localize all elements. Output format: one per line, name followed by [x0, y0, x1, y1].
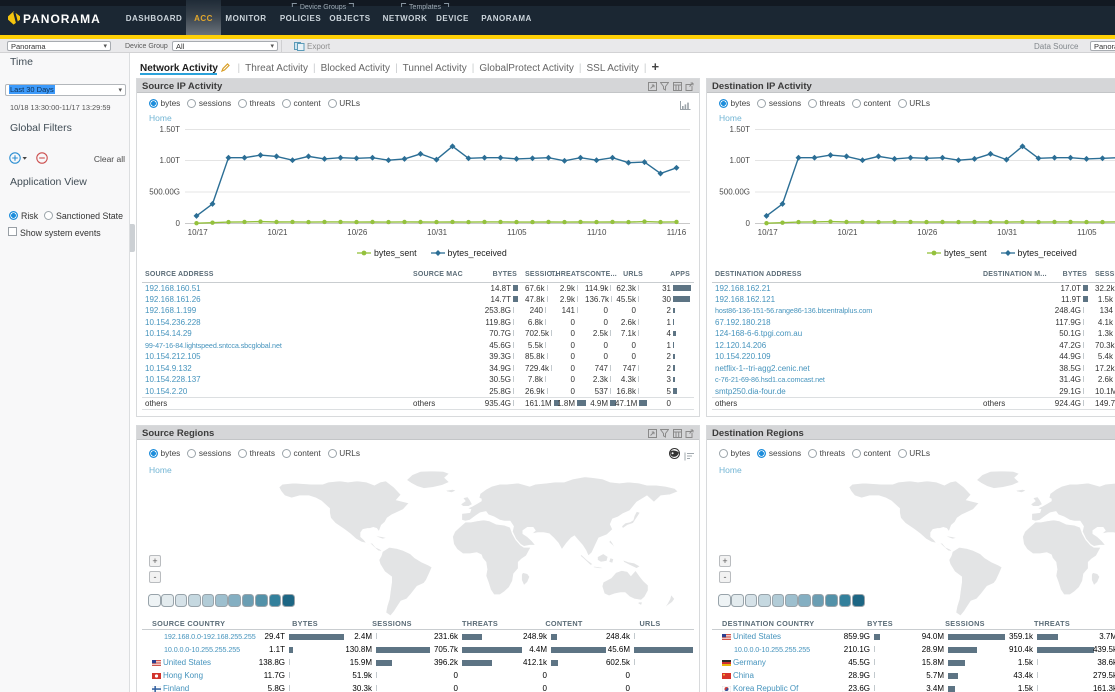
svg-text:10/26: 10/26	[347, 228, 368, 237]
svg-text:10/31: 10/31	[997, 228, 1018, 237]
svg-text:11/05: 11/05	[507, 228, 527, 237]
svg-text:0: 0	[176, 219, 181, 228]
svg-text:10/21: 10/21	[267, 228, 288, 237]
svg-text:11/05: 11/05	[1077, 228, 1097, 237]
svg-text:1.00T: 1.00T	[730, 156, 751, 165]
svg-text:500.00G: 500.00G	[719, 188, 750, 197]
svg-text:10/17: 10/17	[188, 228, 209, 237]
svg-text:11/10: 11/10	[587, 228, 607, 237]
svg-text:0: 0	[746, 219, 751, 228]
svg-text:10/26: 10/26	[917, 228, 938, 237]
svg-text:1.50T: 1.50T	[160, 125, 181, 134]
svg-text:10/21: 10/21	[837, 228, 858, 237]
svg-text:10/17: 10/17	[758, 228, 779, 237]
svg-text:500.00G: 500.00G	[149, 188, 180, 197]
svg-text:1.50T: 1.50T	[730, 125, 751, 134]
svg-text:1.00T: 1.00T	[160, 156, 181, 165]
svg-text:10/31: 10/31	[427, 228, 448, 237]
svg-text:11/16: 11/16	[667, 228, 687, 237]
